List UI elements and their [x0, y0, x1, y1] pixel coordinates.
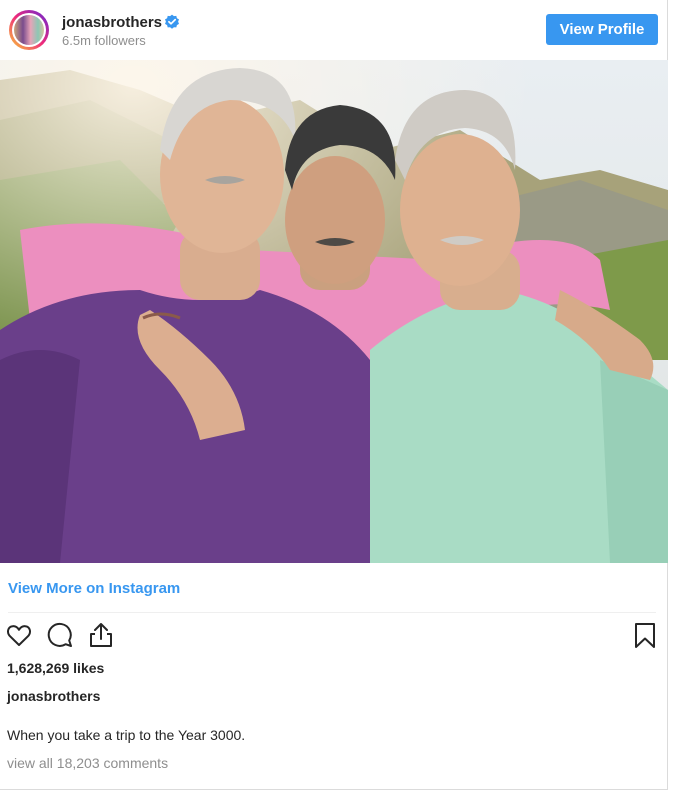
bookmark-icon[interactable] [631, 621, 659, 649]
heart-icon[interactable] [5, 621, 33, 649]
verified-badge-icon [165, 14, 179, 29]
avatar-image [14, 15, 44, 45]
comment-icon[interactable] [46, 621, 74, 649]
view-all-comments-link[interactable]: view all 18,203 comments [7, 755, 168, 771]
caption-username[interactable]: jonasbrothers [7, 688, 100, 704]
follower-count: 6.5m followers [62, 33, 146, 48]
post-header: jonasbrothers 6.5m followers View Profil… [0, 0, 668, 60]
view-more-on-instagram-link[interactable]: View More on Instagram [8, 580, 180, 597]
post-caption: When you take a trip to the Year 3000. [7, 727, 246, 743]
instagram-embed-card: jonasbrothers 6.5m followers View Profil… [0, 0, 668, 790]
post-photo [0, 60, 668, 563]
post-image[interactable] [0, 60, 668, 563]
view-profile-button[interactable]: View Profile [546, 14, 658, 45]
profile-username[interactable]: jonasbrothers [62, 14, 162, 31]
avatar[interactable] [9, 10, 49, 50]
divider [8, 612, 656, 613]
share-icon[interactable] [87, 621, 115, 649]
like-count: 1,628,269 likes [7, 660, 105, 676]
